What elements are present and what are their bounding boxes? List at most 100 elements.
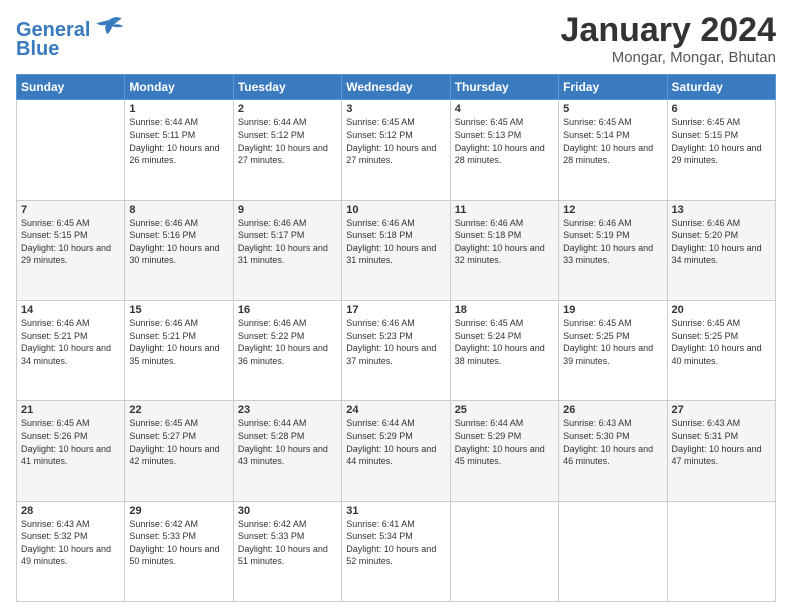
day-number: 12: [563, 204, 662, 216]
day-info: Sunrise: 6:45 AMSunset: 5:14 PMDaylight:…: [563, 116, 662, 166]
day-number: 15: [129, 304, 228, 316]
header-tuesday: Tuesday: [233, 75, 341, 100]
day-number: 21: [21, 404, 120, 416]
day-info: Sunrise: 6:46 AMSunset: 5:22 PMDaylight:…: [238, 317, 337, 367]
day-info: Sunrise: 6:43 AMSunset: 5:31 PMDaylight:…: [672, 417, 771, 467]
day-number: 19: [563, 304, 662, 316]
table-row: 9Sunrise: 6:46 AMSunset: 5:17 PMDaylight…: [233, 200, 341, 300]
table-row: 20Sunrise: 6:45 AMSunset: 5:25 PMDayligh…: [667, 301, 775, 401]
header-wednesday: Wednesday: [342, 75, 450, 100]
table-row: 29Sunrise: 6:42 AMSunset: 5:33 PMDayligh…: [125, 501, 233, 601]
day-info: Sunrise: 6:46 AMSunset: 5:16 PMDaylight:…: [129, 217, 228, 267]
day-info: Sunrise: 6:46 AMSunset: 5:23 PMDaylight:…: [346, 317, 445, 367]
table-row: 22Sunrise: 6:45 AMSunset: 5:27 PMDayligh…: [125, 401, 233, 501]
table-row: 17Sunrise: 6:46 AMSunset: 5:23 PMDayligh…: [342, 301, 450, 401]
day-number: 18: [455, 304, 554, 316]
header-monday: Monday: [125, 75, 233, 100]
table-row: 18Sunrise: 6:45 AMSunset: 5:24 PMDayligh…: [450, 301, 558, 401]
day-number: 4: [455, 103, 554, 115]
table-row: 4Sunrise: 6:45 AMSunset: 5:13 PMDaylight…: [450, 100, 558, 200]
day-info: Sunrise: 6:45 AMSunset: 5:25 PMDaylight:…: [563, 317, 662, 367]
day-info: Sunrise: 6:46 AMSunset: 5:17 PMDaylight:…: [238, 217, 337, 267]
day-info: Sunrise: 6:45 AMSunset: 5:12 PMDaylight:…: [346, 116, 445, 166]
table-row: [559, 501, 667, 601]
header-thursday: Thursday: [450, 75, 558, 100]
day-info: Sunrise: 6:46 AMSunset: 5:19 PMDaylight:…: [563, 217, 662, 267]
day-number: 14: [21, 304, 120, 316]
day-number: 22: [129, 404, 228, 416]
day-info: Sunrise: 6:46 AMSunset: 5:21 PMDaylight:…: [21, 317, 120, 367]
calendar-header-row: Sunday Monday Tuesday Wednesday Thursday…: [17, 75, 776, 100]
page-title: January 2024: [561, 12, 777, 49]
day-info: Sunrise: 6:43 AMSunset: 5:30 PMDaylight:…: [563, 417, 662, 467]
day-info: Sunrise: 6:42 AMSunset: 5:33 PMDaylight:…: [238, 518, 337, 568]
table-row: 13Sunrise: 6:46 AMSunset: 5:20 PMDayligh…: [667, 200, 775, 300]
table-row: 10Sunrise: 6:46 AMSunset: 5:18 PMDayligh…: [342, 200, 450, 300]
day-info: Sunrise: 6:46 AMSunset: 5:20 PMDaylight:…: [672, 217, 771, 267]
day-number: 28: [21, 505, 120, 517]
day-info: Sunrise: 6:45 AMSunset: 5:15 PMDaylight:…: [672, 116, 771, 166]
table-row: 7Sunrise: 6:45 AMSunset: 5:15 PMDaylight…: [17, 200, 125, 300]
header-saturday: Saturday: [667, 75, 775, 100]
table-row: 14Sunrise: 6:46 AMSunset: 5:21 PMDayligh…: [17, 301, 125, 401]
table-row: [450, 501, 558, 601]
header-friday: Friday: [559, 75, 667, 100]
day-info: Sunrise: 6:45 AMSunset: 5:26 PMDaylight:…: [21, 417, 120, 467]
day-number: 24: [346, 404, 445, 416]
day-number: 20: [672, 304, 771, 316]
table-row: 6Sunrise: 6:45 AMSunset: 5:15 PMDaylight…: [667, 100, 775, 200]
table-row: 1Sunrise: 6:44 AMSunset: 5:11 PMDaylight…: [125, 100, 233, 200]
day-number: 6: [672, 103, 771, 115]
day-info: Sunrise: 6:45 AMSunset: 5:27 PMDaylight:…: [129, 417, 228, 467]
table-row: 25Sunrise: 6:44 AMSunset: 5:29 PMDayligh…: [450, 401, 558, 501]
table-row: 3Sunrise: 6:45 AMSunset: 5:12 PMDaylight…: [342, 100, 450, 200]
day-number: 31: [346, 505, 445, 517]
day-info: Sunrise: 6:44 AMSunset: 5:12 PMDaylight:…: [238, 116, 337, 166]
day-number: 13: [672, 204, 771, 216]
day-info: Sunrise: 6:46 AMSunset: 5:18 PMDaylight:…: [346, 217, 445, 267]
day-number: 17: [346, 304, 445, 316]
day-info: Sunrise: 6:42 AMSunset: 5:33 PMDaylight:…: [129, 518, 228, 568]
day-info: Sunrise: 6:45 AMSunset: 5:25 PMDaylight:…: [672, 317, 771, 367]
day-info: Sunrise: 6:45 AMSunset: 5:24 PMDaylight:…: [455, 317, 554, 367]
day-number: 30: [238, 505, 337, 517]
table-row: 11Sunrise: 6:46 AMSunset: 5:18 PMDayligh…: [450, 200, 558, 300]
table-row: 28Sunrise: 6:43 AMSunset: 5:32 PMDayligh…: [17, 501, 125, 601]
table-row: [667, 501, 775, 601]
calendar-table: Sunday Monday Tuesday Wednesday Thursday…: [16, 74, 776, 602]
day-number: 11: [455, 204, 554, 216]
day-number: 5: [563, 103, 662, 115]
day-info: Sunrise: 6:45 AMSunset: 5:15 PMDaylight:…: [21, 217, 120, 267]
day-info: Sunrise: 6:43 AMSunset: 5:32 PMDaylight:…: [21, 518, 120, 568]
day-info: Sunrise: 6:46 AMSunset: 5:18 PMDaylight:…: [455, 217, 554, 267]
table-row: 21Sunrise: 6:45 AMSunset: 5:26 PMDayligh…: [17, 401, 125, 501]
day-info: Sunrise: 6:44 AMSunset: 5:29 PMDaylight:…: [346, 417, 445, 467]
calendar-page: General Blue January 2024 Mongar, Mongar…: [0, 0, 792, 612]
table-row: [17, 100, 125, 200]
day-number: 26: [563, 404, 662, 416]
logo: General Blue: [16, 16, 125, 61]
table-row: 24Sunrise: 6:44 AMSunset: 5:29 PMDayligh…: [342, 401, 450, 501]
day-number: 23: [238, 404, 337, 416]
table-row: 8Sunrise: 6:46 AMSunset: 5:16 PMDaylight…: [125, 200, 233, 300]
day-number: 9: [238, 204, 337, 216]
page-subtitle: Mongar, Mongar, Bhutan: [561, 49, 777, 66]
table-row: 15Sunrise: 6:46 AMSunset: 5:21 PMDayligh…: [125, 301, 233, 401]
day-number: 16: [238, 304, 337, 316]
day-number: 2: [238, 103, 337, 115]
day-number: 3: [346, 103, 445, 115]
table-row: 12Sunrise: 6:46 AMSunset: 5:19 PMDayligh…: [559, 200, 667, 300]
header: General Blue January 2024 Mongar, Mongar…: [16, 12, 776, 66]
header-sunday: Sunday: [17, 75, 125, 100]
day-number: 1: [129, 103, 228, 115]
day-info: Sunrise: 6:41 AMSunset: 5:34 PMDaylight:…: [346, 518, 445, 568]
day-number: 7: [21, 204, 120, 216]
title-block: January 2024 Mongar, Mongar, Bhutan: [561, 12, 777, 66]
table-row: 5Sunrise: 6:45 AMSunset: 5:14 PMDaylight…: [559, 100, 667, 200]
table-row: 19Sunrise: 6:45 AMSunset: 5:25 PMDayligh…: [559, 301, 667, 401]
day-info: Sunrise: 6:44 AMSunset: 5:11 PMDaylight:…: [129, 116, 228, 166]
table-row: 26Sunrise: 6:43 AMSunset: 5:30 PMDayligh…: [559, 401, 667, 501]
day-number: 29: [129, 505, 228, 517]
table-row: 2Sunrise: 6:44 AMSunset: 5:12 PMDaylight…: [233, 100, 341, 200]
table-row: 30Sunrise: 6:42 AMSunset: 5:33 PMDayligh…: [233, 501, 341, 601]
